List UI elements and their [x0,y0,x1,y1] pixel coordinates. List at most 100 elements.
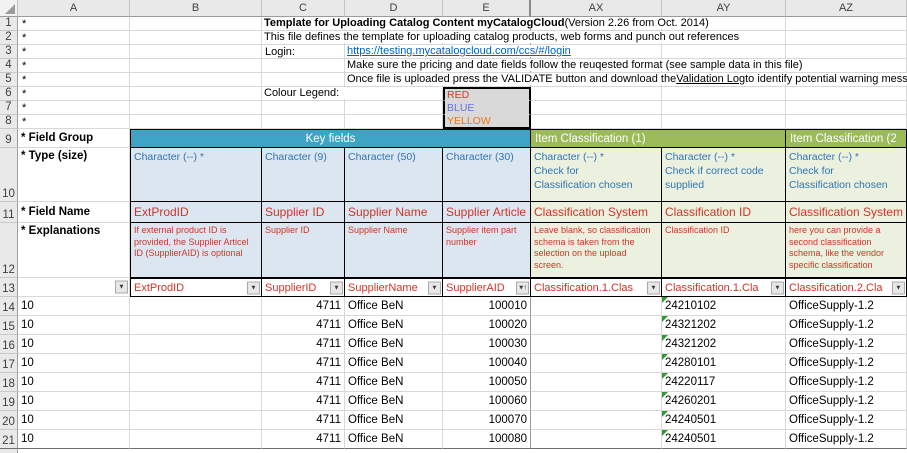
cell-ax21[interactable] [531,430,662,449]
cell-c8[interactable] [262,115,345,129]
cell-b15[interactable] [130,316,262,335]
cell-b5[interactable] [130,73,262,87]
filter-cell-supplieraid[interactable]: SupplierAID ▼↑ [443,278,531,297]
type-size-label[interactable]: * Type (size) [18,148,130,202]
filter-dropdown-supplierid[interactable]: ▼ [330,281,343,294]
cell-ay21[interactable]: 24240501 [662,430,786,449]
cell-d16[interactable]: Office BeN [345,335,443,354]
cell-ax20[interactable] [531,411,662,430]
row-header-21[interactable]: 21 [0,430,18,449]
cell-d18[interactable]: Office BeN [345,373,443,392]
row-header-8[interactable]: 8 [0,115,18,129]
cell-az18[interactable]: OfficeSupply-1.2 [786,373,907,392]
cell-ay20[interactable]: 24240501 [662,411,786,430]
cell-a14[interactable]: 10 [18,297,130,316]
column-header-ax[interactable]: AX [531,0,662,17]
row-header-6[interactable]: 6 [0,87,18,101]
cell-a3[interactable]: * [18,45,130,59]
cell-c16[interactable]: 4711 [262,335,345,354]
cell-b3[interactable] [130,45,262,59]
cell-c2-subtitle[interactable]: This file defines the template for uploa… [262,31,345,45]
cell-ay17[interactable]: 24280101 [662,354,786,373]
cell-c7[interactable] [262,101,345,115]
cell-c5[interactable] [262,73,345,87]
cell-c1-title[interactable]: Template for Uploading Catalog Content m… [262,17,345,31]
cell-e18[interactable]: 100050 [443,373,531,392]
type-classification-system-2[interactable]: Character (--) * Check for Classificatio… [786,148,907,202]
cell-az19[interactable]: OfficeSupply-1.2 [786,392,907,411]
cell-a2[interactable]: * [18,31,130,45]
cell-ay6[interactable] [662,87,786,101]
explanation-classification-system-1[interactable]: Leave blank, so classification schema is… [531,223,662,278]
cell-b16[interactable] [130,335,262,354]
cell-ax19[interactable] [531,392,662,411]
row-header-3[interactable]: 3 [0,45,18,59]
fieldname-supplier-name[interactable]: Supplier Name [345,202,443,223]
row-header-15[interactable]: 15 [0,316,18,335]
fieldname-supplier-id[interactable]: Supplier ID [262,202,345,223]
cell-az17[interactable]: OfficeSupply-1.2 [786,354,907,373]
row-header-10[interactable]: 10 [0,148,18,202]
cell-d15[interactable]: Office BeN [345,316,443,335]
cell-a7[interactable]: * [18,101,130,115]
cell-c17[interactable]: 4711 [262,354,345,373]
row-header-14[interactable]: 14 [0,297,18,316]
cell-d17[interactable]: Office BeN [345,354,443,373]
filter-cell-a[interactable]: ▼ [18,278,130,297]
cell-b19[interactable] [130,392,262,411]
explanation-supplier-name[interactable]: Supplier Name [345,223,443,278]
column-header-e[interactable]: E [443,0,531,17]
filter-cell-extprodid[interactable]: ExtProdID ▼ [130,278,262,297]
row-header-9[interactable]: 9 [0,129,18,148]
cell-ay15[interactable]: 24321202 [662,316,786,335]
type-supplierid[interactable]: Character (9) [262,148,345,202]
explanations-label[interactable]: * Explanations [18,223,130,278]
filter-dropdown-suppliername[interactable]: ▼ [428,281,441,294]
group-item-classification-2[interactable]: Item Classification (2 [786,129,907,148]
cell-e17[interactable]: 100040 [443,354,531,373]
cell-d8[interactable] [345,115,443,129]
cell-az1[interactable] [786,17,907,31]
column-header-b[interactable]: B [130,0,262,17]
row-header-4[interactable]: 4 [0,59,18,73]
row-header-19[interactable]: 19 [0,392,18,411]
cell-a5[interactable]: * [18,73,130,87]
row-header-1[interactable]: 1 [0,17,18,31]
filter-dropdown-a[interactable]: ▼ [115,281,128,294]
cell-az2[interactable] [786,31,907,45]
cell-c14[interactable]: 4711 [262,297,345,316]
cell-b7[interactable] [130,101,262,115]
cell-ay8[interactable] [662,115,786,129]
cell-ax15[interactable] [531,316,662,335]
filter-cell-suppliername[interactable]: SupplierName ▼ [345,278,443,297]
cell-d4-note[interactable]: Make sure the pricing and date fields fo… [345,59,443,73]
column-header-a[interactable]: A [18,0,130,17]
cell-e19[interactable]: 100060 [443,392,531,411]
type-classification-id-1[interactable]: Character (--) * Check if correct code s… [662,148,786,202]
cell-d14[interactable]: Office BeN [345,297,443,316]
cell-az21[interactable]: OfficeSupply-1.2 [786,430,907,449]
cell-a21[interactable]: 10 [18,430,130,449]
row-header-20[interactable]: 20 [0,411,18,430]
cell-a6[interactable]: * [18,87,130,101]
cell-d3-login-link[interactable]: https://testing.mycatalogcloud.com/ccs/#… [345,45,443,59]
row-header-7[interactable]: 7 [0,101,18,115]
cell-d5-note[interactable]: Once file is uploaded press the VALIDATE… [345,73,443,87]
cell-ay7[interactable] [662,101,786,115]
cell-d20[interactable]: Office BeN [345,411,443,430]
cell-a18[interactable]: 10 [18,373,130,392]
column-header-d[interactable]: D [345,0,443,17]
filter-dropdown-classification-2-system[interactable]: ▼ [892,281,905,294]
cell-a19[interactable]: 10 [18,392,130,411]
cell-b21[interactable] [130,430,262,449]
row-header-17[interactable]: 17 [0,354,18,373]
cell-c4[interactable] [262,59,345,73]
explanation-supplier-id[interactable]: Supplier ID [262,223,345,278]
cell-a16[interactable]: 10 [18,335,130,354]
cell-d19[interactable]: Office BeN [345,392,443,411]
cell-az7[interactable] [786,101,907,115]
legend-yellow-cell[interactable]: YELLOW [443,115,531,129]
cell-az15[interactable]: OfficeSupply-1.2 [786,316,907,335]
group-key-fields[interactable]: Key fields [130,129,531,148]
cell-b4[interactable] [130,59,262,73]
